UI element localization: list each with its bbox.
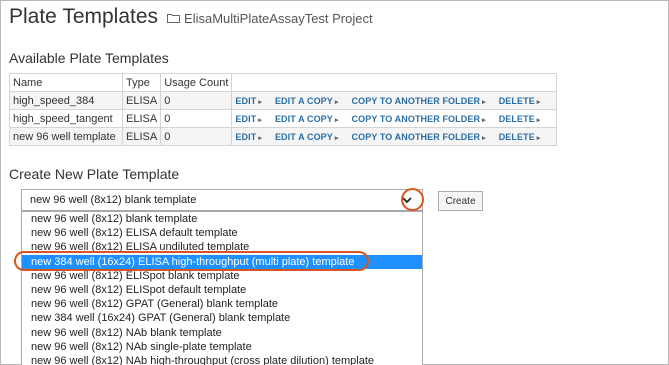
edit-link[interactable]: EDIT ▸ <box>235 114 262 124</box>
dropdown-option[interactable]: new 96 well (8x12) ELISpot default templ… <box>22 283 422 297</box>
template-type-selected-value: new 96 well (8x12) blank template <box>30 194 197 206</box>
edit-a-copy-link[interactable]: EDIT A COPY ▸ <box>275 114 339 124</box>
action-label: DELETE <box>498 113 535 124</box>
caret-right-icon: ▸ <box>482 134 486 142</box>
usage-count-cell: 0 <box>160 109 233 128</box>
dropdown-arrow-callout <box>401 188 424 211</box>
copy-to-another-folder-link[interactable]: COPY TO ANOTHER FOLDER ▸ <box>352 96 486 106</box>
copy-to-another-folder-link[interactable]: COPY TO ANOTHER FOLDER ▸ <box>352 114 486 124</box>
table-row: high_speed_tangent ELISA 0 EDIT ▸ EDIT A COPY… <box>9 109 558 128</box>
usage-count-cell: 0 <box>160 127 233 146</box>
action-label: EDIT A COPY <box>274 95 333 106</box>
caret-right-icon: ▸ <box>482 98 486 106</box>
action-label: DELETE <box>498 131 535 142</box>
caret-right-icon: ▸ <box>258 98 262 106</box>
column-header-usage-count: Usage Count <box>160 73 233 92</box>
dropdown-option[interactable]: new 384 well (16x24) GPAT (General) blan… <box>22 311 422 325</box>
column-header-actions <box>231 73 558 92</box>
column-header-name: Name <box>9 73 123 92</box>
action-label: EDIT <box>235 113 257 124</box>
edit-a-copy-link[interactable]: EDIT A COPY ▸ <box>275 132 339 142</box>
action-label: EDIT A COPY <box>274 131 333 142</box>
copy-to-another-folder-link[interactable]: COPY TO ANOTHER FOLDER ▸ <box>352 132 486 142</box>
delete-link[interactable]: DELETE ▸ <box>499 114 541 124</box>
template-type-options-list: new 96 well (8x12) blank template new 96 … <box>21 211 423 365</box>
actions-cell: EDIT ▸ EDIT A COPY ▸ COPY TO ANOTHER FOLDER ▸… <box>231 127 558 146</box>
action-label: COPY TO ANOTHER FOLDER <box>351 113 481 124</box>
action-label: EDIT <box>235 131 257 142</box>
caret-right-icon: ▸ <box>258 116 262 124</box>
action-label: DELETE <box>498 95 535 106</box>
available-templates-title: Available Plate Templates <box>9 50 169 66</box>
dropdown-option[interactable]: new 96 well (8x12) blank template <box>22 212 422 226</box>
action-label: EDIT A COPY <box>274 113 333 124</box>
dropdown-option[interactable]: new 96 well (8x12) NAb single-plate temp… <box>22 340 422 354</box>
project-link[interactable]: ElisaMultiPlateAssayTest Project <box>167 11 373 26</box>
delete-link[interactable]: DELETE ▸ <box>499 132 541 142</box>
page-title: Plate Templates <box>9 5 159 28</box>
template-type-cell: ELISA <box>121 127 162 146</box>
edit-link[interactable]: EDIT ▸ <box>235 96 262 106</box>
delete-link[interactable]: DELETE ▸ <box>499 96 541 106</box>
caret-right-icon: ▸ <box>334 134 339 142</box>
templates-table: Name Type Usage Count high_speed_384 ELIS… <box>9 73 558 146</box>
caret-right-icon: ▸ <box>334 98 339 106</box>
column-header-type: Type <box>121 73 162 92</box>
table-row: high_speed_384 ELISA 0 EDIT ▸ EDIT A COPY ▸ COP… <box>9 91 558 110</box>
template-type-cell: ELISA <box>121 109 162 128</box>
caret-right-icon: ▸ <box>482 116 486 124</box>
actions-cell: EDIT ▸ EDIT A COPY ▸ COPY TO ANOTHER FOLDER ▸… <box>231 91 558 110</box>
dropdown-option[interactable]: new 96 well (8x12) GPAT (General) blank … <box>22 297 422 311</box>
action-label: COPY TO ANOTHER FOLDER <box>351 95 481 106</box>
dropdown-option[interactable]: new 96 well (8x12) NAb high-throughput (… <box>22 354 422 365</box>
caret-right-icon: ▸ <box>258 134 262 142</box>
caret-right-icon: ▸ <box>536 116 541 124</box>
table-header-row: Name Type Usage Count <box>9 73 558 92</box>
caret-right-icon: ▸ <box>334 116 339 124</box>
caret-right-icon: ▸ <box>536 98 541 106</box>
project-link-label[interactable]: ElisaMultiPlateAssayTest Project <box>184 11 373 26</box>
folder-icon <box>167 14 181 23</box>
actions-cell: EDIT ▸ EDIT A COPY ▸ COPY TO ANOTHER FOLDER ▸… <box>231 109 558 128</box>
dropdown-option[interactable]: new 96 well (8x12) ELISA default templat… <box>22 226 422 240</box>
template-type-select[interactable]: new 96 well (8x12) blank template <box>21 189 423 211</box>
template-name-cell: high_speed_384 <box>9 91 123 110</box>
page-header: Plate Templates ElisaMultiPlateAssayTest… <box>9 5 373 29</box>
action-label: EDIT <box>235 95 257 106</box>
caret-right-icon: ▸ <box>536 134 541 142</box>
dropdown-option[interactable]: new 96 well (8x12) NAb blank template <box>22 326 422 340</box>
edit-link[interactable]: EDIT ▸ <box>235 132 262 142</box>
template-name-cell: high_speed_tangent <box>9 109 123 128</box>
create-button[interactable]: Create <box>438 191 483 211</box>
action-label: COPY TO ANOTHER FOLDER <box>351 131 481 142</box>
template-name-cell: new 96 well template <box>9 127 123 146</box>
template-type-cell: ELISA <box>121 91 162 110</box>
usage-count-cell: 0 <box>160 91 233 110</box>
edit-a-copy-link[interactable]: EDIT A COPY ▸ <box>275 96 339 106</box>
create-template-title: Create New Plate Template <box>9 166 180 182</box>
table-row: new 96 well template ELISA 0 EDIT ▸ EDIT A CO… <box>9 127 558 146</box>
highlighted-option-callout <box>14 251 369 271</box>
